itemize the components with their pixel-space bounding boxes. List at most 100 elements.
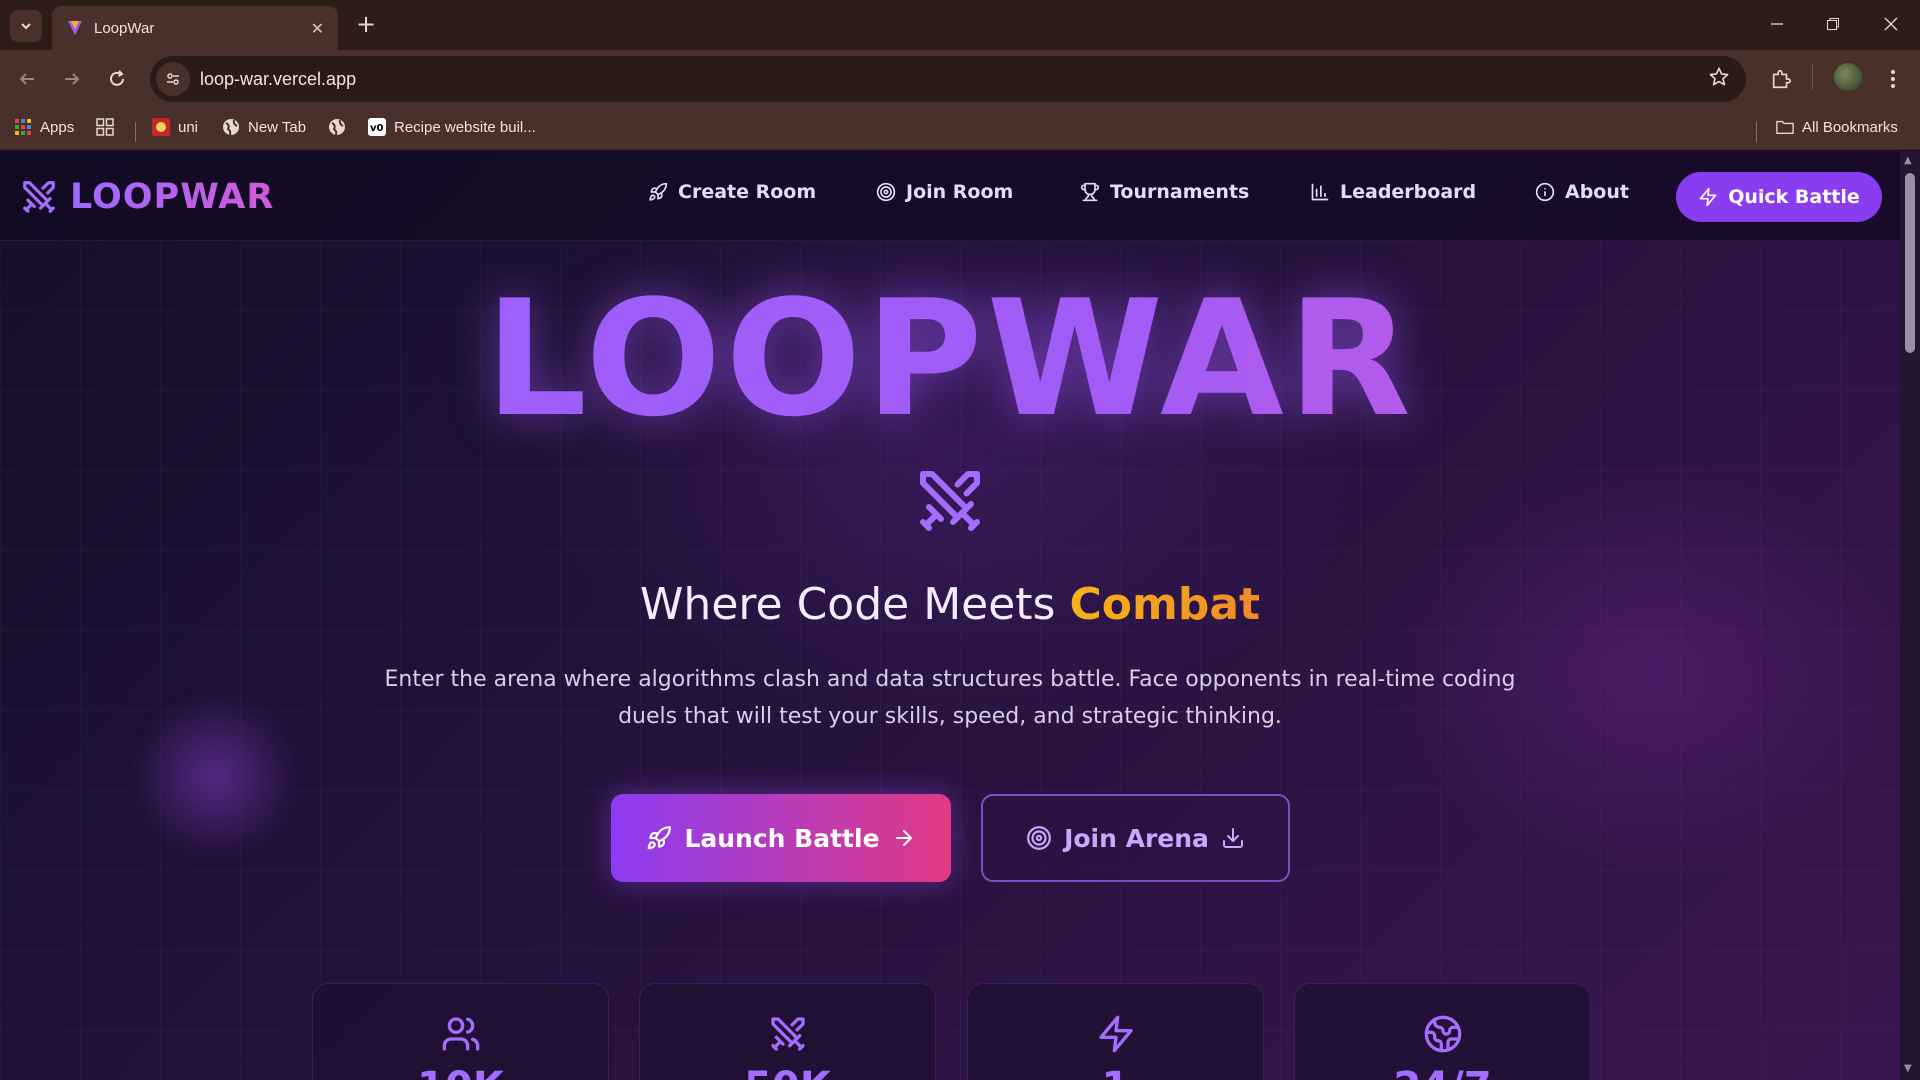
zap-icon bbox=[968, 1014, 1263, 1054]
page-scrollbar[interactable]: ▲ ▼ bbox=[1900, 151, 1920, 1080]
nav-leaderboard[interactable]: Leaderboard bbox=[1310, 181, 1476, 203]
chevron-down-icon bbox=[21, 23, 31, 30]
tab-search-button[interactable] bbox=[10, 10, 42, 42]
quick-battle-label: Quick Battle bbox=[1728, 186, 1860, 208]
nav-leaderboard-label: Leaderboard bbox=[1340, 181, 1477, 203]
nav-tournaments-label: Tournaments bbox=[1110, 181, 1250, 203]
all-bookmarks-label: All Bookmarks bbox=[1802, 118, 1898, 136]
minimize-icon bbox=[1771, 23, 1783, 25]
hero-description: Enter the arena where algorithms clash a… bbox=[384, 667, 1516, 729]
url-text: loop-war.vercel.app bbox=[200, 68, 357, 89]
bookmark-tab-groups[interactable] bbox=[96, 118, 122, 136]
launch-battle-button[interactable]: Launch Battle bbox=[611, 794, 951, 882]
bookmark-new-tab[interactable]: New Tab bbox=[222, 118, 306, 136]
scroll-down-arrow[interactable]: ▼ bbox=[1904, 1063, 1912, 1074]
browser-tab[interactable]: LoopWar ✕ bbox=[52, 6, 338, 50]
join-arena-label: Join Arena bbox=[1064, 823, 1209, 853]
site-logo[interactable]: LOOPWAR bbox=[20, 177, 274, 217]
browser-menu-button[interactable] bbox=[1876, 62, 1910, 96]
reload-button[interactable] bbox=[100, 62, 134, 96]
stat-card-battles: 50K bbox=[639, 983, 936, 1080]
site-info-icon[interactable] bbox=[156, 62, 190, 96]
tagline-prefix: Where Code Meets bbox=[639, 579, 1070, 630]
all-bookmarks[interactable]: All Bookmarks bbox=[1776, 118, 1898, 136]
tab-groups-icon bbox=[96, 118, 114, 136]
forward-button[interactable] bbox=[55, 62, 89, 96]
hero-tagline: Where Code Meets Combat bbox=[0, 579, 1900, 630]
swords-icon bbox=[640, 1014, 935, 1054]
join-arena-button[interactable]: Join Arena bbox=[981, 794, 1290, 882]
hero-title: LOOPWAR bbox=[0, 269, 1900, 449]
nav-about-label: About bbox=[1565, 181, 1629, 203]
nav-join-room-label: Join Room bbox=[906, 181, 1014, 203]
globe-icon bbox=[328, 118, 346, 136]
download-icon bbox=[1221, 826, 1245, 850]
site-header: LOOPWAR Create Room Join Room Tournament… bbox=[0, 151, 1900, 241]
background-glow bbox=[130, 691, 300, 861]
folder-icon bbox=[1776, 118, 1794, 136]
tab-close-icon[interactable]: ✕ bbox=[311, 19, 324, 38]
info-icon bbox=[1535, 182, 1555, 202]
close-window-button[interactable] bbox=[1868, 8, 1914, 40]
bookmark-apps[interactable]: Apps bbox=[14, 118, 74, 136]
scroll-up-arrow[interactable]: ▲ bbox=[1904, 155, 1912, 166]
site-favicon-icon bbox=[68, 21, 82, 35]
new-tab-button[interactable]: + bbox=[352, 11, 380, 39]
nav-create-room[interactable]: Create Room bbox=[648, 181, 816, 203]
stat-card-speed: 1 bbox=[967, 983, 1264, 1080]
stat-value: 10K bbox=[313, 1064, 608, 1080]
bookmark-new-tab-label: New Tab bbox=[248, 118, 307, 136]
bookmark-recipe-label: Recipe website buil... bbox=[394, 118, 536, 136]
bookmark-apps-label: Apps bbox=[40, 118, 75, 136]
kebab-menu-icon bbox=[1891, 70, 1895, 88]
nav-tournaments[interactable]: Tournaments bbox=[1080, 181, 1249, 203]
swords-icon bbox=[23, 181, 55, 213]
address-bar[interactable]: loop-war.vercel.app bbox=[150, 56, 1746, 102]
users-icon bbox=[313, 1014, 608, 1054]
nav-about[interactable]: About bbox=[1535, 181, 1629, 203]
uni-favicon-icon bbox=[152, 118, 170, 136]
tagline-accent: Combat bbox=[1069, 579, 1261, 630]
nav-join-room[interactable]: Join Room bbox=[876, 181, 1013, 203]
bookmark-recipe[interactable]: v0 Recipe website buil... bbox=[368, 118, 536, 136]
target-icon bbox=[1026, 825, 1052, 851]
minimize-button[interactable] bbox=[1754, 8, 1800, 40]
trophy-icon bbox=[1080, 182, 1100, 202]
restore-icon bbox=[1827, 18, 1839, 30]
logo-text: LOOPWAR bbox=[70, 177, 275, 217]
globe-icon bbox=[222, 118, 240, 136]
tab-title: LoopWar bbox=[94, 19, 155, 37]
launch-battle-label: Launch Battle bbox=[684, 823, 880, 853]
stat-card-availability: 24/7 bbox=[1294, 983, 1591, 1080]
quick-battle-button[interactable]: Quick Battle bbox=[1676, 172, 1882, 222]
extensions-button[interactable] bbox=[1764, 62, 1798, 96]
bookmark-uni-label: uni bbox=[178, 118, 199, 136]
profile-avatar[interactable] bbox=[1834, 63, 1862, 91]
rocket-icon bbox=[648, 182, 668, 202]
restore-button[interactable] bbox=[1810, 8, 1856, 40]
arrow-left-icon bbox=[19, 73, 34, 85]
bookmark-uni[interactable]: uni bbox=[152, 118, 198, 136]
bookmarks-bar: Apps uni New Tab v0 Recipe website buil.… bbox=[0, 108, 1920, 150]
nav-create-room-label: Create Room bbox=[678, 181, 817, 203]
bar-chart-icon bbox=[1310, 182, 1330, 202]
stat-value: 1 bbox=[968, 1064, 1263, 1080]
stat-value: 50K bbox=[640, 1064, 935, 1080]
puzzle-icon bbox=[1772, 69, 1791, 89]
page-viewport: LOOPWAR Create Room Join Room Tournament… bbox=[0, 151, 1900, 1080]
scroll-thumb[interactable] bbox=[1905, 173, 1915, 353]
reload-icon bbox=[110, 70, 124, 86]
browser-tab-bar: LoopWar ✕ + bbox=[0, 0, 1920, 50]
browser-toolbar: loop-war.vercel.app bbox=[0, 50, 1920, 108]
v0-favicon-icon: v0 bbox=[368, 118, 386, 136]
bookmark-star-icon[interactable] bbox=[1708, 66, 1730, 92]
rocket-icon bbox=[646, 825, 672, 851]
apps-grid-icon bbox=[14, 118, 32, 136]
close-icon bbox=[1884, 17, 1898, 31]
zap-icon bbox=[1698, 187, 1718, 207]
back-button[interactable] bbox=[10, 62, 44, 96]
globe-icon bbox=[1295, 1014, 1590, 1054]
arrow-right-icon bbox=[892, 826, 916, 850]
stat-value: 24/7 bbox=[1295, 1064, 1590, 1080]
bookmark-globe[interactable] bbox=[328, 118, 354, 136]
